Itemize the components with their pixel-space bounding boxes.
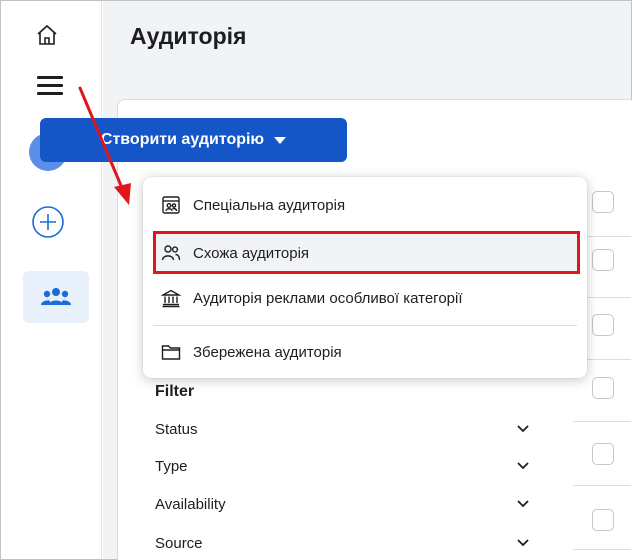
- annotation-arrow: [78, 86, 131, 205]
